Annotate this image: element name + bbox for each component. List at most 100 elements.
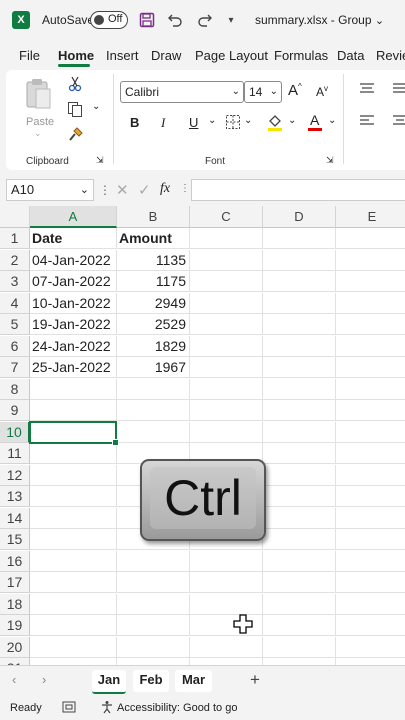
cell-b10[interactable] [117,421,190,443]
font-color-icon[interactable]: A [306,112,324,135]
insert-function-icon[interactable]: fx [160,181,170,197]
row-header-19[interactable]: 19 [0,615,30,636]
row-header-18[interactable]: 18 [0,593,30,615]
sheet-tab-feb[interactable]: Feb [133,670,169,692]
cell-e21[interactable] [336,658,405,665]
cell-e19[interactable] [336,615,405,636]
cell-c17[interactable] [190,572,263,593]
row-header-16[interactable]: 16 [0,550,30,572]
cell-b16[interactable] [117,550,190,572]
cell-d14[interactable] [263,507,336,529]
row-header-1[interactable]: 1 [0,228,30,249]
select-all-corner[interactable] [0,206,30,228]
cell-a12[interactable] [30,464,117,486]
cell-a17[interactable] [30,572,117,593]
cell-e11[interactable] [336,443,405,464]
tab-data[interactable]: Data [337,48,364,63]
cell-d4[interactable] [263,292,336,314]
align-middle-icon[interactable] [392,82,405,99]
row-header-2[interactable]: 2 [0,249,30,271]
cell-d7[interactable] [263,357,336,378]
cell-d20[interactable] [263,636,336,658]
cell-a20[interactable] [30,636,117,658]
tab-insert[interactable]: Insert [106,48,139,63]
sheet-tab-jan[interactable]: Jan [92,670,126,694]
scroll-left-icon[interactable]: ‹ [12,672,16,687]
row-header-9[interactable]: 9 [0,400,30,421]
cell-d12[interactable] [263,464,336,486]
cell-e5[interactable] [336,314,405,335]
column-header-c[interactable]: C [190,206,263,228]
cell-a18[interactable] [30,593,117,615]
cell-b8[interactable] [117,378,190,400]
row-header-7[interactable]: 7 [0,357,30,378]
row-header-12[interactable]: 12 [0,464,30,486]
redo-icon[interactable] [196,11,214,29]
borders-dropdown-icon[interactable]: ⌄ [244,115,252,126]
cell-c10[interactable] [190,421,263,443]
align-center-icon[interactable] [392,114,405,131]
cell-c2[interactable] [190,249,263,271]
cell-e1[interactable] [336,228,405,249]
cell-d1[interactable] [263,228,336,249]
cell-c21[interactable] [190,658,263,665]
sheet-tab-mar[interactable]: Mar [175,670,212,692]
column-header-e[interactable]: E [336,206,405,228]
row-header-6[interactable]: 6 [0,335,30,357]
tab-formulas[interactable]: Formulas [274,48,328,63]
cell-e10[interactable] [336,422,405,443]
cell-d2[interactable] [263,249,336,271]
row-header-8[interactable]: 8 [0,378,30,400]
cell-b21[interactable] [117,658,190,665]
row-header-15[interactable]: 15 [0,529,30,550]
cell-c1[interactable] [190,228,263,249]
format-painter-icon[interactable] [68,126,84,145]
cell-b9[interactable] [117,400,190,421]
cell-d11[interactable] [263,443,336,464]
row-header-21[interactable]: 21 [0,658,30,665]
paste-button[interactable]: Paste ⌄ [24,78,54,138]
column-header-d[interactable]: D [263,206,336,228]
decrease-font-size-icon[interactable]: Av [316,84,328,99]
accessibility-status[interactable]: Accessibility: Good to go [117,702,237,714]
cell-a21[interactable] [30,658,117,665]
cell-b7[interactable]: 1967 [117,357,190,378]
document-title[interactable]: summary.xlsx - Group ⌄ [255,13,384,27]
scroll-right-icon[interactable]: › [42,672,46,687]
cell-e15[interactable] [336,529,405,550]
cell-d5[interactable] [263,314,336,335]
cell-b5[interactable]: 2529 [117,314,190,335]
cell-c9[interactable] [190,400,263,421]
row-header-14[interactable]: 14 [0,507,30,529]
cell-e6[interactable] [336,336,405,357]
column-header-b[interactable]: B [117,206,190,228]
cell-d19[interactable] [263,615,336,636]
underline-button[interactable]: U [189,115,198,130]
add-sheet-button[interactable]: + [250,670,260,690]
cell-c4[interactable] [190,292,263,314]
tab-home[interactable]: Home [58,48,94,63]
copy-icon[interactable] [67,101,83,120]
cell-e17[interactable] [336,572,405,593]
customize-dropdown-icon[interactable]: ▾ [222,11,240,29]
cell-a7[interactable]: 25-Jan-2022 [30,357,117,378]
cell-a14[interactable] [30,507,117,529]
cell-c5[interactable] [190,314,263,335]
cell-a5[interactable]: 19-Jan-2022 [30,314,117,335]
cell-e9[interactable] [336,400,405,421]
cell-e2[interactable] [336,250,405,271]
cell-d16[interactable] [263,550,336,572]
fill-handle[interactable] [112,439,119,446]
worksheet-grid[interactable]: ABCDE 1 Date Amount 2 04-Jan-2022 1135 3 07-Jan… [0,206,405,665]
enter-icon[interactable]: ✓ [138,181,151,199]
font-size-field[interactable]: 14 ⌄ [244,81,282,103]
cell-d15[interactable] [263,529,336,550]
save-icon[interactable] [138,11,156,29]
name-box[interactable]: A10 ⌄ [6,179,94,201]
cell-c18[interactable] [190,593,263,615]
cell-d9[interactable] [263,400,336,421]
more-options-icon[interactable]: ⋮ [99,183,111,197]
cell-c20[interactable] [190,636,263,658]
underline-dropdown-icon[interactable]: ⌄ [208,115,216,126]
cell-d21[interactable] [263,658,336,665]
